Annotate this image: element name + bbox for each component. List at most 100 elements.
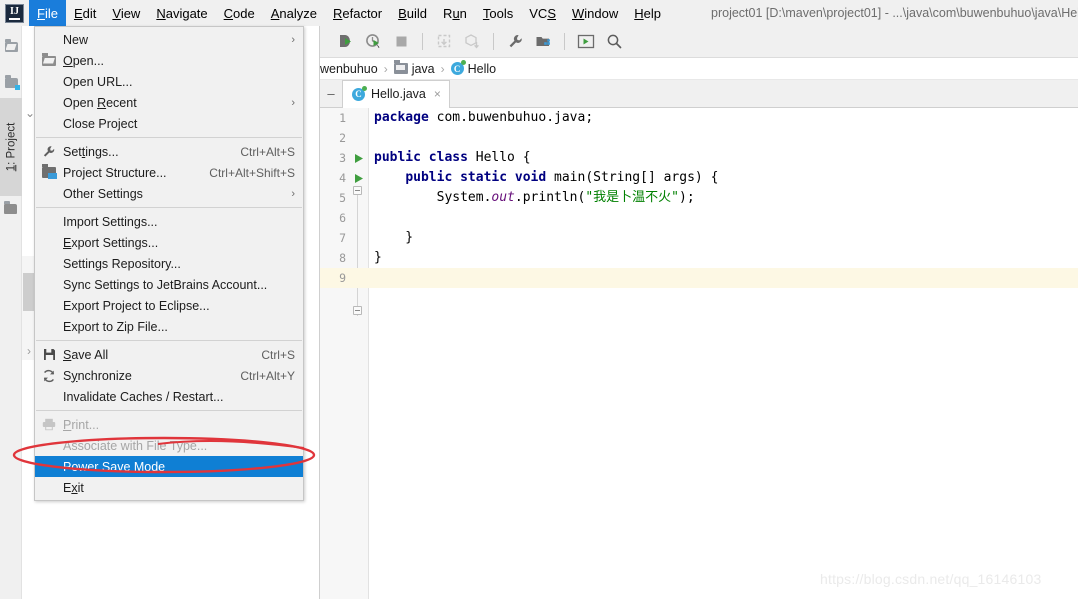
menu-bar-items: File Edit View Navigate Code Analyze Refactor B…	[29, 0, 669, 26]
breadcrumb-item-class[interactable]: C Hello	[450, 60, 496, 76]
collapse-icon[interactable]: –	[320, 79, 342, 107]
menu-item-icon-slot	[35, 316, 63, 337]
code-editor[interactable]: 1 package com.buwenbuhuo.java; 2 3 public cl…	[320, 108, 1078, 599]
menu-item-open[interactable]: Open...	[35, 50, 303, 71]
menu-item-icon-slot	[35, 435, 63, 456]
close-icon[interactable]: ×	[434, 87, 441, 101]
menu-separator	[36, 207, 302, 208]
menu-navigate[interactable]: Navigate	[148, 0, 215, 26]
menu-item-export-project-to-eclipse[interactable]: Export Project to Eclipse...	[35, 295, 303, 316]
menu-item-new[interactable]: New ›	[35, 29, 303, 50]
settings-wrench-icon[interactable]	[502, 30, 528, 54]
toolbar-separator	[493, 33, 494, 50]
menu-item-export-to-zip-file[interactable]: Export to Zip File...	[35, 316, 303, 337]
menu-item-label: Open...	[63, 53, 105, 68]
menu-analyze[interactable]: Analyze	[263, 0, 325, 26]
run-gutter-icon[interactable]	[350, 153, 368, 164]
menu-item-shortcut: Ctrl+Alt+S	[240, 144, 295, 159]
code-line[interactable]: 4 public static void main(String[] args)…	[320, 168, 1078, 188]
menu-view[interactable]: View	[104, 0, 148, 26]
breadcrumb-item-package[interactable]: java	[393, 60, 435, 76]
sync-icon	[35, 365, 63, 386]
line-number: 6	[339, 211, 346, 225]
menu-item-save-all[interactable]: Save All Ctrl+S	[35, 344, 303, 365]
menu-item-shortcut: Ctrl+Alt+Shift+S	[209, 165, 295, 180]
menu-item-label: Settings...	[63, 144, 119, 159]
menu-item-power-save-mode[interactable]: Power Save Mode	[35, 456, 303, 477]
code-line[interactable]: 1 package com.buwenbuhuo.java;	[320, 108, 1078, 128]
window-title: project01 [D:\maven\project01] - ...\jav…	[711, 6, 1078, 20]
toolbar-separator	[564, 33, 565, 50]
breadcrumb-item-package-parent[interactable]: wenbuhuo	[320, 62, 378, 76]
menu-item-settings-repository[interactable]: Settings Repository...	[35, 253, 303, 274]
menu-item-icon-slot	[35, 477, 63, 498]
line-number: 3	[339, 151, 346, 165]
menu-item-other-settings[interactable]: Other Settings ›	[35, 183, 303, 204]
run-configuration-icon[interactable]	[573, 30, 599, 54]
menu-file[interactable]: File	[29, 0, 66, 26]
menu-run[interactable]: Run	[435, 0, 475, 26]
code-line[interactable]: 2	[320, 128, 1078, 148]
menu-tools[interactable]: Tools	[475, 0, 521, 26]
menu-window[interactable]: Window	[564, 0, 626, 26]
module-tool-icon[interactable]	[0, 70, 22, 96]
menu-item-label: Save All	[63, 347, 109, 362]
code-line[interactable]: 3 public class Hello {	[320, 148, 1078, 168]
code-line[interactable]: 9	[320, 268, 1078, 288]
code-text: package com.buwenbuhuo.java;	[374, 110, 594, 125]
search-everywhere-icon[interactable]	[601, 30, 627, 54]
stop-icon[interactable]	[388, 30, 414, 54]
menu-item-import-settings[interactable]: Import Settings...	[35, 211, 303, 232]
menu-item-icon-slot	[35, 232, 63, 253]
menu-separator	[36, 410, 302, 411]
run-icon[interactable]	[332, 30, 358, 54]
menu-edit[interactable]: Edit	[66, 0, 104, 26]
menu-item-label: Open Recent	[63, 95, 137, 110]
menu-help[interactable]: Help	[626, 0, 669, 26]
menu-item-print: Print...	[35, 414, 303, 435]
menu-item-label: Power Save Mode	[63, 459, 166, 474]
main-toolbar	[320, 26, 1078, 58]
editor-tab-hello-java[interactable]: C Hello.java ×	[342, 80, 450, 108]
code-line[interactable]: 7 }	[320, 228, 1078, 248]
module-icon	[35, 162, 63, 183]
menu-item-open-recent[interactable]: Open Recent ›	[35, 92, 303, 113]
sidebar-item-project[interactable]: 1: Project	[0, 98, 22, 196]
menu-item-close-project[interactable]: Close Project	[35, 113, 303, 134]
code-line[interactable]: 8}	[320, 248, 1078, 268]
menu-item-shortcut: Ctrl+S	[261, 347, 295, 362]
menu-vcs[interactable]: VCS	[521, 0, 564, 26]
project-structure-icon[interactable]	[530, 30, 556, 54]
menu-refactor[interactable]: Refactor	[325, 0, 390, 26]
menu-item-label: Project Structure...	[63, 165, 167, 180]
menu-item-open-url[interactable]: Open URL...	[35, 71, 303, 92]
menu-label: View	[112, 5, 141, 21]
code-line[interactable]: 5 System.out.println("我是卜温不火");	[320, 188, 1078, 208]
menu-item-export-settings[interactable]: Export Settings...	[35, 232, 303, 253]
wrench-icon	[35, 141, 63, 162]
code-text: }	[374, 250, 382, 265]
line-number: 5	[339, 191, 346, 205]
menu-label: Window	[572, 5, 619, 21]
menu-item-synchronize[interactable]: Synchronize Ctrl+Alt+Y	[35, 365, 303, 386]
fold-collapse-icon[interactable]	[353, 306, 362, 315]
menu-item-settings[interactable]: Settings... Ctrl+Alt+S	[35, 141, 303, 162]
debug-icon[interactable]	[360, 30, 386, 54]
menu-item-icon-slot	[35, 274, 63, 295]
menu-item-project-structure[interactable]: Project Structure... Ctrl+Alt+Shift+S	[35, 162, 303, 183]
menu-build[interactable]: Build	[390, 0, 435, 26]
menu-item-sync-settings-to-jetbrains-account[interactable]: Sync Settings to JetBrains Account...	[35, 274, 303, 295]
project-folder-icon	[4, 201, 17, 214]
open-folder-tool-icon[interactable]	[0, 34, 22, 60]
run-gutter-icon[interactable]	[350, 173, 368, 184]
menu-code[interactable]: Code	[216, 0, 263, 26]
menu-bar: IJ File Edit View Navigate Code Analyze Refact…	[0, 0, 1078, 26]
line-number: 4	[339, 171, 346, 185]
menu-item-label: Synchronize	[63, 368, 132, 383]
print-icon	[35, 414, 63, 435]
menu-item-invalidate-caches-restart[interactable]: Invalidate Caches / Restart...	[35, 386, 303, 407]
code-line[interactable]: 6	[320, 208, 1078, 228]
file-menu-dropdown[interactable]: New › Open... Open URL... Open Recent › Close …	[34, 26, 304, 501]
chevron-right-icon: ›	[291, 33, 295, 46]
menu-item-exit[interactable]: Exit	[35, 477, 303, 498]
